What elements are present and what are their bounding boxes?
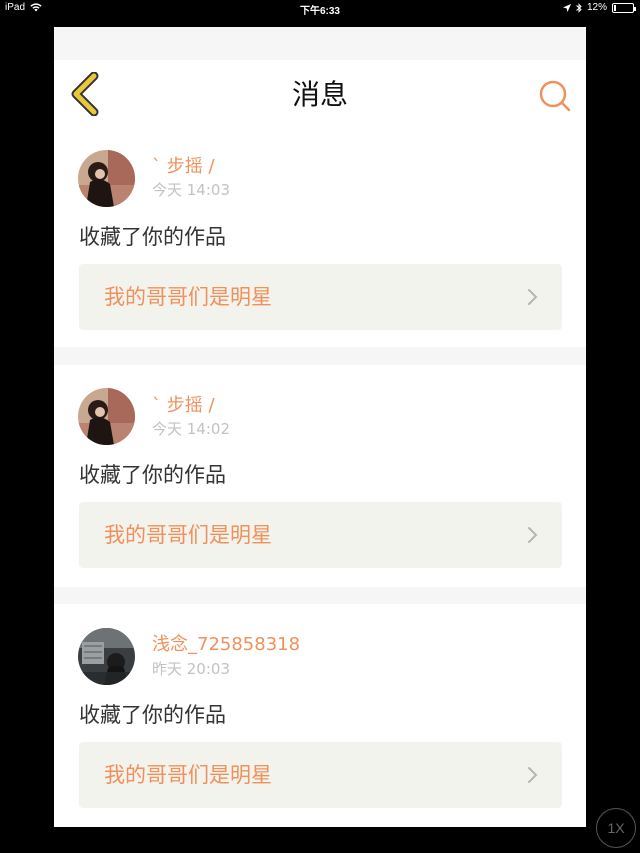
avatar-image — [78, 388, 135, 445]
status-bar: iPad 下午6:33 12% — [0, 0, 640, 18]
chevron-right-icon — [528, 527, 538, 543]
work-title: 我的哥哥们是明星 — [104, 285, 272, 309]
status-right: 12% — [562, 2, 636, 13]
sender-name[interactable]: ` 步摇 / — [152, 395, 215, 417]
work-link[interactable]: 我的哥哥们是明星 — [79, 502, 562, 568]
message-action: 收藏了你的作品 — [79, 463, 226, 487]
avatar[interactable] — [78, 628, 135, 685]
search-button[interactable] — [538, 79, 572, 113]
work-link[interactable]: 我的哥哥们是明星 — [79, 264, 562, 330]
work-title: 我的哥哥们是明星 — [104, 763, 272, 787]
page-title: 消息 — [291, 78, 348, 111]
battery-icon — [612, 2, 636, 13]
message-action: 收藏了你的作品 — [79, 225, 226, 249]
avatar[interactable] — [78, 150, 135, 207]
playback-speed-button[interactable]: 1X — [596, 808, 636, 848]
work-title: 我的哥哥们是明星 — [104, 523, 272, 547]
bluetooth-icon — [576, 2, 582, 13]
avatar[interactable] — [78, 388, 135, 445]
message-action: 收藏了你的作品 — [79, 703, 226, 727]
status-time: 下午6:33 — [299, 6, 340, 17]
app-window: 消息 ` 步摇 / 今天 14:03 收藏了你的作品 我的哥哥们是明星 ` 步摇… — [54, 27, 586, 827]
chevron-right-icon — [528, 289, 538, 305]
battery-percent: 12% — [586, 2, 607, 13]
message-card: ` 步摇 / 今天 14:03 收藏了你的作品 我的哥哥们是明星 — [54, 134, 586, 347]
message-card: ` 步摇 / 今天 14:02 收藏了你的作品 我的哥哥们是明星 — [54, 365, 586, 587]
message-time: 昨天 20:03 — [152, 660, 230, 678]
chevron-right-icon — [528, 767, 538, 783]
battery-level — [614, 4, 617, 11]
avatar-image — [78, 150, 135, 207]
location-arrow-icon — [562, 3, 571, 12]
message-time: 今天 14:02 — [152, 420, 230, 438]
search-icon — [539, 80, 571, 112]
sender-name[interactable]: 浅念_725858318 — [152, 634, 300, 656]
message-card: 浅念_725858318 昨天 20:03 收藏了你的作品 我的哥哥们是明星 — [54, 604, 586, 827]
sender-name[interactable]: ` 步摇 / — [152, 156, 215, 178]
avatar-image — [78, 628, 135, 685]
work-link[interactable]: 我的哥哥们是明星 — [79, 742, 562, 808]
message-time: 今天 14:03 — [152, 181, 230, 199]
